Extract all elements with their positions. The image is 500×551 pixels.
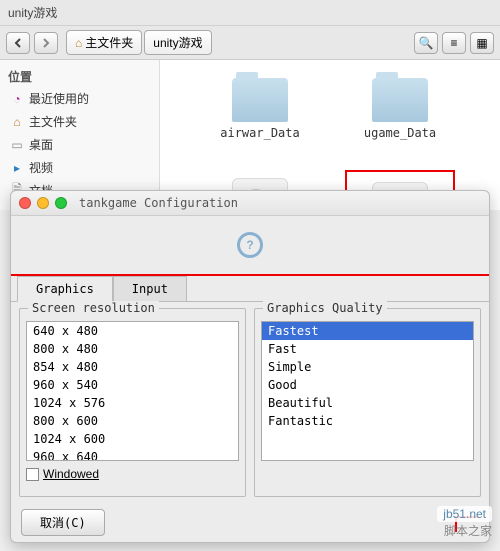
sidebar-item-desktop[interactable]: ▭ 桌面 [4, 133, 155, 156]
windowed-row[interactable]: Windowed [26, 467, 239, 481]
watermark-site: 脚本之家 [437, 522, 492, 539]
sidebar-item-videos[interactable]: ▸ 视频 [4, 156, 155, 179]
list-item[interactable]: Beautiful [262, 394, 473, 412]
quality-group: Graphics Quality Fastest Fast Simple Goo… [254, 308, 481, 497]
graphics-panel: Screen resolution 640 x 480 800 x 480 85… [11, 302, 489, 503]
back-button[interactable] [6, 32, 30, 54]
home-icon: ⌂ [10, 115, 24, 129]
tab-graphics[interactable]: Graphics [17, 276, 113, 302]
list-icon: ≡ [450, 36, 457, 50]
windowed-label: Windowed [43, 467, 99, 481]
list-item[interactable]: Fastest [262, 322, 473, 340]
tab-bar: Graphics Input [11, 276, 489, 302]
folder-icon [372, 78, 428, 122]
dialog-title: tankgame Configuration [79, 196, 238, 210]
list-item[interactable]: 960 x 640 [27, 448, 238, 461]
video-icon: ▸ [10, 161, 24, 175]
config-dialog: tankgame Configuration ? Graphics Input … [10, 190, 490, 543]
sidebar: 位置 ◔最近使用的 ⌂主文件夹 ▭桌面 ▸视频 🗎文档 [0, 60, 160, 210]
group-title: Screen resolution [28, 301, 159, 315]
crumb-current[interactable]: unity游戏 [144, 30, 211, 55]
search-icon: 🔍 [419, 36, 434, 50]
sidebar-item-label: 主文件夹 [29, 113, 77, 130]
clock-icon: ◔ [10, 92, 24, 106]
file-grid: airwar_Data ugame_Data airwar.x86_64 uga… [160, 60, 500, 210]
file-label: airwar_Data [220, 126, 299, 140]
crumb-label: unity游戏 [153, 34, 202, 51]
resolution-group: Screen resolution 640 x 480 800 x 480 85… [19, 308, 246, 497]
file-manager: unity游戏 ⌂ 主文件夹 unity游戏 🔍 ≡ ▦ 位置 ◔ 最近使用的 ⌂… [0, 0, 500, 210]
file-label: ugame_Data [364, 126, 436, 140]
folder-icon [232, 78, 288, 122]
file-item-folder[interactable]: ugame_Data [345, 70, 455, 140]
window-title: unity游戏 [0, 0, 500, 26]
dialog-footer: 取消(C) [11, 503, 489, 542]
breadcrumb: ⌂ 主文件夹 unity游戏 [66, 30, 212, 55]
grid-icon: ▦ [476, 36, 487, 50]
maximize-button[interactable] [55, 197, 67, 209]
crumb-home[interactable]: ⌂ 主文件夹 [66, 30, 142, 55]
list-item[interactable]: Fast [262, 340, 473, 358]
dialog-logo-area: ? [11, 216, 489, 276]
watermark-url: jb51.net [437, 506, 492, 522]
tab-input[interactable]: Input [113, 276, 187, 301]
watermark: jb51.net 脚本之家 [437, 506, 492, 539]
list-item[interactable]: 960 x 540 [27, 376, 238, 394]
quality-listbox[interactable]: Fastest Fast Simple Good Beautiful Fanta… [261, 321, 474, 461]
resolution-listbox[interactable]: 640 x 480 800 x 480 854 x 480 960 x 540 … [26, 321, 239, 461]
toolbar: ⌂ 主文件夹 unity游戏 🔍 ≡ ▦ [0, 26, 500, 60]
list-item[interactable]: 640 x 480 [27, 322, 238, 340]
file-item-folder[interactable]: airwar_Data [205, 70, 315, 140]
list-item[interactable]: 800 x 480 [27, 340, 238, 358]
windowed-checkbox[interactable] [26, 468, 39, 481]
list-item[interactable]: Fantastic [262, 412, 473, 430]
group-title: Graphics Quality [263, 301, 387, 315]
sidebar-item-label: 视频 [29, 159, 53, 176]
sidebar-item-label: 桌面 [29, 136, 53, 153]
list-item[interactable]: 1024 x 576 [27, 394, 238, 412]
home-icon: ⌂ [75, 36, 82, 50]
list-item[interactable]: 800 x 600 [27, 412, 238, 430]
sidebar-header: 位置 [4, 66, 155, 87]
forward-button[interactable] [34, 32, 58, 54]
close-button[interactable] [19, 197, 31, 209]
unity-logo-icon: ? [237, 232, 263, 258]
crumb-label: 主文件夹 [85, 34, 133, 51]
dialog-titlebar: tankgame Configuration [11, 191, 489, 216]
list-view-button[interactable]: ≡ [442, 32, 466, 54]
search-button[interactable]: 🔍 [414, 32, 438, 54]
minimize-button[interactable] [37, 197, 49, 209]
list-item[interactable]: 1024 x 600 [27, 430, 238, 448]
grid-view-button[interactable]: ▦ [470, 32, 494, 54]
list-item[interactable]: Simple [262, 358, 473, 376]
list-item[interactable]: Good [262, 376, 473, 394]
sidebar-item-recent[interactable]: ◔ 最近使用的 [4, 87, 155, 110]
sidebar-item-home[interactable]: ⌂ 主文件夹 [4, 110, 155, 133]
list-item[interactable]: 854 x 480 [27, 358, 238, 376]
desktop-icon: ▭ [10, 138, 24, 152]
sidebar-item-label: 最近使用的 [29, 90, 89, 107]
cancel-button[interactable]: 取消(C) [21, 509, 105, 536]
